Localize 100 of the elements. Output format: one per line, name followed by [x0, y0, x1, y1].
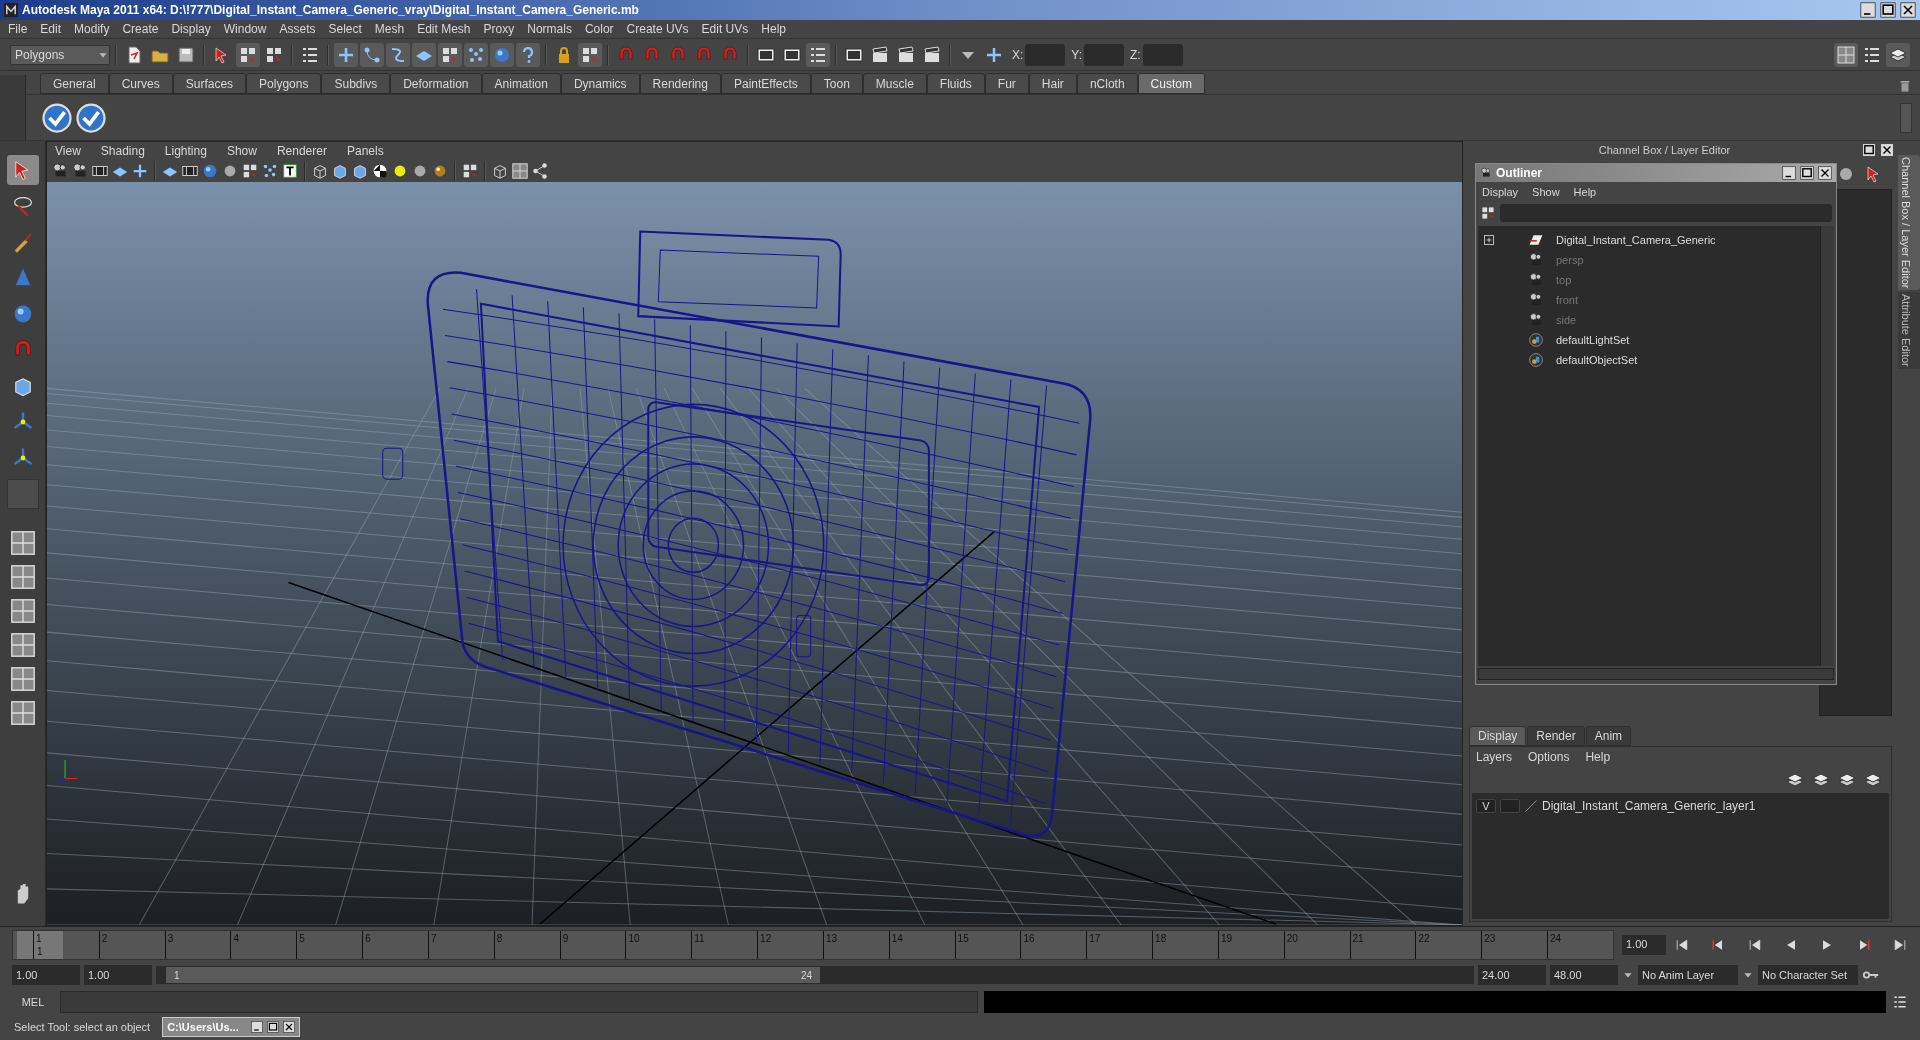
menu-item[interactable]: Modify	[74, 20, 110, 38]
filter-field[interactable]	[1500, 204, 1832, 222]
text-icon[interactable]	[281, 162, 299, 180]
taskbar-window-button[interactable]: C:\Users\Us...	[162, 1017, 300, 1037]
shelf-tab[interactable]: Surfaces	[172, 73, 247, 94]
playback-end-field[interactable]: 24.00	[1478, 965, 1546, 985]
visibility-toggle[interactable]: V	[1476, 799, 1496, 813]
viewport-menu[interactable]: Lighting	[164, 142, 207, 160]
layout-icon[interactable]	[8, 597, 37, 625]
close-icon[interactable]	[1818, 166, 1832, 180]
layout-icon[interactable]	[511, 162, 529, 180]
3d-viewport[interactable]	[47, 182, 1462, 925]
layout-icon[interactable]	[1836, 44, 1856, 65]
layout-icon[interactable]	[8, 699, 37, 727]
layer-menu[interactable]: Layers	[1476, 748, 1513, 766]
range-bar[interactable]: 1 24	[166, 967, 820, 983]
shelf-tab[interactable]: Fur	[984, 73, 1029, 94]
menu-item[interactable]: Create UVs	[626, 20, 689, 38]
layout-icon[interactable]	[8, 529, 37, 557]
horizontal-scrollbar[interactable]	[1478, 668, 1834, 680]
menu-item[interactable]: File	[8, 20, 28, 38]
character-set-dropdown[interactable]: No Character Set	[1758, 965, 1858, 985]
shelf-tab[interactable]: Fluids	[926, 73, 985, 94]
viewport-menu[interactable]: Renderer	[276, 142, 327, 160]
clapperboard-icon[interactable]	[896, 44, 916, 65]
side-tab[interactable]: Channel Box / Layer Editor	[1898, 155, 1920, 291]
shelf-tab[interactable]: Hair	[1028, 73, 1077, 94]
slash-icon[interactable]	[1524, 799, 1538, 813]
layout-icon[interactable]	[8, 563, 37, 591]
outliner-item[interactable]: defaultLightSet	[1556, 331, 1630, 349]
minimize-icon[interactable]	[1860, 2, 1876, 18]
layer-row[interactable]: V Digital_Instant_Camera_Generic_layer1	[1476, 797, 1885, 815]
menu-item[interactable]: Help	[761, 20, 786, 38]
menu-item[interactable]: Edit	[40, 20, 62, 38]
wire-cube-icon[interactable]	[311, 162, 329, 180]
clapperboard-icon[interactable]	[870, 44, 890, 65]
shelf-tab[interactable]: Polygons	[246, 73, 322, 94]
grid-icon[interactable]	[1480, 205, 1496, 221]
template-toggle[interactable]	[1500, 799, 1520, 813]
viewport-menu[interactable]: Show	[226, 142, 257, 160]
menu-item[interactable]: Display	[171, 20, 211, 38]
outliner-menu[interactable]: Show	[1532, 183, 1560, 201]
command-language-label[interactable]: MEL	[12, 993, 54, 1011]
viewport-menu[interactable]: Panels	[346, 142, 384, 160]
y-field[interactable]	[1084, 43, 1125, 66]
dots-icon[interactable]	[261, 162, 279, 180]
cube-icon[interactable]	[351, 162, 369, 180]
shelf-tab[interactable]: PaintEffects	[720, 73, 811, 94]
cube-icon[interactable]	[331, 162, 349, 180]
shelf-tab[interactable]: Subdivs	[321, 73, 391, 94]
shelf-tab[interactable]: Curves	[108, 73, 173, 94]
maximize-icon[interactable]	[266, 1021, 279, 1033]
menu-item[interactable]: Select	[328, 20, 362, 38]
menu-item[interactable]: Create	[122, 20, 159, 38]
outliner-item[interactable]: Digital_Instant_Camera_Generic	[1556, 231, 1716, 249]
x-field[interactable]	[1025, 43, 1066, 66]
shelf-tab[interactable]: Custom	[1137, 73, 1205, 94]
wire-cube-icon[interactable]	[491, 162, 509, 180]
outliner-item[interactable]: defaultObjectSet	[1556, 351, 1638, 369]
menu-item[interactable]: Edit Mesh	[417, 20, 471, 38]
shelf-handle[interactable]	[0, 75, 26, 140]
grid-icon[interactable]	[241, 162, 259, 180]
minimize-icon[interactable]	[1782, 166, 1796, 180]
menu-item[interactable]: Window	[223, 20, 267, 38]
menu-item[interactable]: Edit UVs	[701, 20, 749, 38]
close-icon[interactable]	[1880, 143, 1894, 157]
shelf-tab[interactable]: Toon	[810, 73, 863, 94]
anim-layer-dropdown[interactable]: No Anim Layer	[1638, 965, 1738, 985]
shelf-tab[interactable]: Muscle	[862, 73, 927, 94]
shelf-tab[interactable]: Rendering	[639, 73, 721, 94]
save-icon[interactable]	[176, 44, 196, 65]
layout-icon[interactable]	[8, 665, 37, 693]
current-time-field[interactable]: 1.00	[1622, 934, 1667, 955]
outliner-menu[interactable]: Display	[1482, 183, 1519, 201]
menu-item[interactable]: Mesh	[374, 20, 405, 38]
check-icon[interactable]	[42, 102, 72, 133]
shelf-tab[interactable]: nCloth	[1076, 73, 1138, 94]
layout-icon[interactable]	[8, 631, 37, 659]
maximize-icon[interactable]	[1880, 2, 1896, 18]
layer-menu[interactable]: Help	[1585, 748, 1611, 766]
check-icon[interactable]	[76, 102, 106, 133]
menu-set-dropdown[interactable]: Polygons	[10, 44, 110, 65]
checker-icon[interactable]	[371, 162, 389, 180]
share-icon[interactable]	[531, 162, 549, 180]
layer-tab[interactable]: Render	[1527, 726, 1585, 746]
camera-wireframe-drawing[interactable]	[382, 230, 1092, 838]
command-input-field[interactable]	[60, 991, 978, 1013]
shelf-tab[interactable]: Dynamics	[560, 73, 640, 94]
close-icon[interactable]	[282, 1021, 295, 1033]
viewport-menu[interactable]: Shading	[100, 142, 145, 160]
maximize-icon[interactable]	[1862, 143, 1876, 157]
clapperboard-icon[interactable]	[922, 44, 942, 65]
layer-menu[interactable]: Options	[1528, 748, 1570, 766]
menu-item[interactable]: Normals	[527, 20, 572, 38]
close-icon[interactable]	[1900, 2, 1916, 18]
maximize-icon[interactable]	[1800, 166, 1814, 180]
shelf-scrollbar[interactable]	[1900, 102, 1912, 133]
menu-item[interactable]: Assets	[279, 20, 316, 38]
list-icon[interactable]	[1892, 994, 1908, 1010]
menu-item[interactable]: Proxy	[483, 20, 515, 38]
